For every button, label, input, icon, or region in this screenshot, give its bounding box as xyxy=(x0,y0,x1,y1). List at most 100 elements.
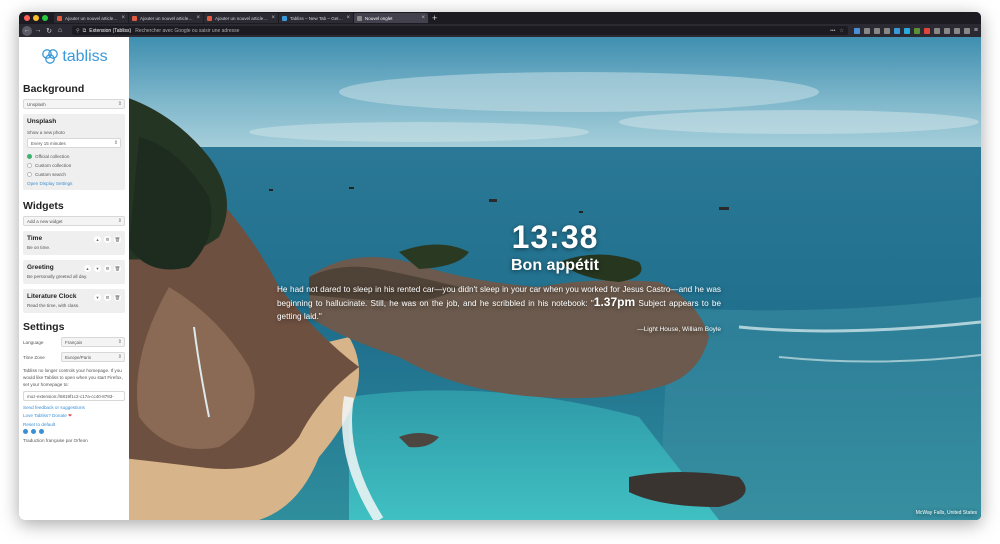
radio-custom-search[interactable]: Custom search xyxy=(27,170,121,179)
extension-icon[interactable] xyxy=(953,27,960,34)
tab-title: Ajouter un nouvel article ‹ Nou... xyxy=(140,15,193,21)
move-down-icon[interactable]: ▾ xyxy=(94,294,101,301)
sync-icon[interactable] xyxy=(883,27,890,34)
more-actions-icon[interactable]: ••• xyxy=(830,28,835,34)
close-tab-icon[interactable]: × xyxy=(421,15,425,21)
bookmark-icon[interactable]: ☆ xyxy=(839,28,843,34)
dashboard: 13:38 Bon appétit He had not dared to sl… xyxy=(129,37,981,520)
tab-title: Tabliss – New Tab – Get this E... xyxy=(290,15,344,21)
widget-description: Be on time. xyxy=(27,245,51,250)
tab[interactable]: Ajouter un nouvel article ‹ Nou... × xyxy=(129,13,203,23)
browser-window: Ajouter un nouvel article ‹ Nou... × Ajo… xyxy=(19,12,981,520)
url-bar[interactable]: ⚲ ⧉ Extension (Tabliss) Rechercher avec … xyxy=(72,26,848,35)
radio-custom-collection[interactable]: Custom collection xyxy=(27,161,121,170)
background-source-select[interactable]: Unsplash ⇕ xyxy=(23,99,125,109)
tabliss-logo-icon xyxy=(42,49,59,64)
extension-icon[interactable] xyxy=(963,27,970,34)
tab[interactable]: Tabliss – New Tab – Get this E... × xyxy=(279,13,353,23)
timezone-select[interactable]: Europe/Paris ⇕ xyxy=(61,352,125,362)
quote-time: 1.37pm xyxy=(593,295,636,309)
language-select[interactable]: Français ⇕ xyxy=(61,337,125,347)
frequency-value: Every 15 minutes xyxy=(31,140,66,146)
radio-official-collection[interactable]: Official collection xyxy=(27,152,121,161)
delete-trash-icon[interactable]: 🗑 xyxy=(114,236,121,243)
radio-label: Custom collection xyxy=(35,163,72,168)
background-source-value: Unsplash xyxy=(27,101,46,107)
settings-gear-icon[interactable]: ⚙ xyxy=(104,265,111,272)
twitter-icon[interactable] xyxy=(31,429,36,434)
unsplash-panel: Unsplash Show a new photo Every 15 minut… xyxy=(23,114,125,190)
chevron-updown-icon: ⇕ xyxy=(117,339,122,345)
widget-item-greeting: Greeting ▴ ▾ ⚙ 🗑 Be personally greeted a… xyxy=(23,260,125,284)
window-controls xyxy=(24,15,48,21)
extension-icon[interactable] xyxy=(943,27,950,34)
widget-title: Greeting xyxy=(27,264,54,271)
display-settings-link[interactable]: Open Display Settings xyxy=(27,181,121,186)
tabliss-logo: tabliss xyxy=(23,45,125,69)
back-arrow-icon[interactable]: ← xyxy=(22,25,32,36)
reload-icon[interactable]: ↻ xyxy=(44,26,54,36)
download-icon[interactable] xyxy=(853,27,860,34)
tab[interactable]: Ajouter un nouvel article ‹ Nou... × xyxy=(204,13,278,23)
maximize-window-button[interactable] xyxy=(42,15,48,21)
add-widget-placeholder: Add a new widget xyxy=(27,218,63,224)
literature-quote: He had not dared to sleep in his rented … xyxy=(277,283,721,323)
extension-icon[interactable] xyxy=(893,27,900,34)
extension-icon: ⧉ xyxy=(82,27,87,34)
reset-link[interactable]: Reset to default xyxy=(23,422,125,427)
logo-text: tabliss xyxy=(62,48,108,65)
url-extension-label: Extension (Tabliss) xyxy=(89,27,132,34)
extension-icon[interactable] xyxy=(913,27,920,34)
tab-active[interactable]: Nouvel onglet × xyxy=(354,13,428,23)
feedback-link[interactable]: Send feedback or suggestions xyxy=(23,405,125,410)
chevron-updown-icon: ⇕ xyxy=(117,354,122,360)
delete-trash-icon[interactable]: 🗑 xyxy=(114,265,121,272)
library-icon[interactable] xyxy=(863,27,870,34)
move-up-icon[interactable]: ▴ xyxy=(84,265,91,272)
greeting-text: Bon appétit xyxy=(511,257,599,274)
settings-gear-icon[interactable]: ⚙ xyxy=(104,236,111,243)
donate-link[interactable]: Love Tabliss? Donate ❤ xyxy=(23,413,125,419)
radio-label: Custom search xyxy=(35,172,66,177)
settings-gear-icon[interactable]: ⚙ xyxy=(104,294,111,301)
clock-time: 13:38 xyxy=(511,219,599,255)
timezone-label: Time Zone xyxy=(23,354,45,360)
toolbar-extensions: ≡ xyxy=(853,27,978,34)
navigation-bar: ← → ↻ ⌂ ⚲ ⧉ Extension (Tabliss) Recherch… xyxy=(19,24,981,37)
tab[interactable]: Ajouter un nouvel article ‹ Nou... × xyxy=(54,13,128,23)
close-tab-icon[interactable]: × xyxy=(346,15,350,21)
sidebar-icon[interactable] xyxy=(873,27,880,34)
homepage-url-field[interactable]: moz-extension://6819f1c2-c17a-cc40-8783- xyxy=(23,391,125,401)
radio-label: Official collection xyxy=(35,154,70,159)
github-icon[interactable] xyxy=(23,429,28,434)
close-tab-icon[interactable]: × xyxy=(271,15,275,21)
home-icon[interactable]: ⌂ xyxy=(55,26,65,36)
tab-title: Ajouter un nouvel article ‹ Nou... xyxy=(65,15,118,21)
new-tab-button[interactable]: + xyxy=(432,13,437,23)
timezone-value: Europe/Paris xyxy=(65,354,92,360)
add-widget-select[interactable]: Add a new widget ⇕ xyxy=(23,216,125,226)
close-window-button[interactable] xyxy=(24,15,30,21)
settings-sidebar: tabliss Background Unsplash ⇕ Unsplash S… xyxy=(19,37,129,520)
chevron-updown-icon: ⇕ xyxy=(117,218,122,224)
menu-icon[interactable]: ≡ xyxy=(974,27,978,34)
tab-favicon-icon xyxy=(207,15,212,21)
tab-title: Nouvel onglet xyxy=(365,15,393,21)
extension-icon[interactable] xyxy=(933,27,940,34)
background-heading: Background xyxy=(23,83,85,95)
minimize-window-button[interactable] xyxy=(33,15,39,21)
extension-icon[interactable] xyxy=(923,27,930,34)
delete-trash-icon[interactable]: 🗑 xyxy=(114,294,121,301)
chevron-updown-icon: ⇕ xyxy=(117,101,122,107)
move-up-icon[interactable]: ▴ xyxy=(94,236,101,243)
close-tab-icon[interactable]: × xyxy=(121,15,125,21)
widget-description: Read the time, with class. xyxy=(27,303,80,308)
forward-arrow-icon[interactable]: → xyxy=(33,26,43,36)
chat-icon[interactable] xyxy=(39,429,44,434)
frequency-select[interactable]: Every 15 minutes ⇕ xyxy=(27,138,121,148)
tab-title: Ajouter un nouvel article ‹ Nou... xyxy=(215,15,268,21)
twitter-icon[interactable] xyxy=(903,27,910,34)
move-down-icon[interactable]: ▾ xyxy=(94,265,101,272)
close-tab-icon[interactable]: × xyxy=(196,15,200,21)
photo-credit-link[interactable]: McWay Falls, United States xyxy=(916,510,977,516)
